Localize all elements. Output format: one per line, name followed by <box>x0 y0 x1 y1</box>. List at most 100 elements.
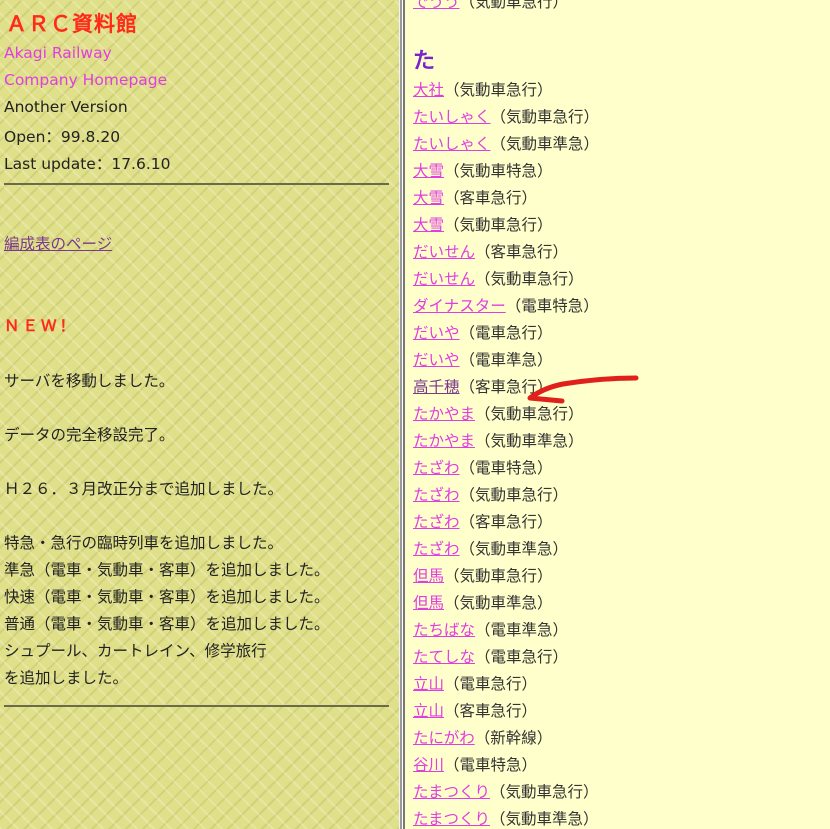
train-list: 大社（気動車急行） たいしゃく（気動車急行） たいしゃく（気動車準急） 大雪（気動車特… <box>413 79 599 829</box>
train-list-item: 高千穂（客車急行） <box>413 376 599 403</box>
news-item: データの完全移設完了。 <box>4 426 175 444</box>
train-list-item: 立山（客車急行） <box>413 700 599 727</box>
train-list-item: ダイナスター（電車特急） <box>413 295 599 322</box>
train-type: （気動車準急） <box>475 432 584 450</box>
train-link[interactable]: 大雪 <box>413 162 444 180</box>
train-type: （電車急行） <box>444 675 538 693</box>
train-link[interactable]: だいや <box>413 351 460 369</box>
news-item: Ｈ２６．３月改正分まで追加しました。 <box>4 480 284 498</box>
train-list-item: 大社（気動車急行） <box>413 79 599 106</box>
train-link[interactable]: だいせん <box>413 243 475 261</box>
news-item: サーバを移動しました。 <box>4 372 175 390</box>
train-type: （気動車急行） <box>444 216 553 234</box>
train-type: （気動車準急） <box>490 135 600 153</box>
train-link[interactable]: だいや <box>413 324 460 342</box>
train-type: （客車急行） <box>459 513 553 531</box>
train-list-item: たかやま（気動車準急） <box>413 430 599 457</box>
train-list-item: たざわ（電車特急） <box>413 457 599 484</box>
train-list-item: 但馬（気動車急行） <box>413 565 599 592</box>
train-type: （電車準急） <box>475 621 569 639</box>
new-heading: ＮＥＷ！ <box>4 317 79 335</box>
divider-bottom <box>4 705 389 707</box>
train-link[interactable]: たちばな <box>413 621 475 639</box>
train-type: （電車特急） <box>459 459 553 477</box>
train-list-item: 但馬（気動車準急） <box>413 592 599 619</box>
train-type: （電車急行） <box>475 648 569 666</box>
version-text: Another Version <box>4 98 128 116</box>
train-type: （新幹線） <box>474 729 553 747</box>
train-type: （気動車急行） <box>459 0 569 11</box>
formation-page-link[interactable]: 編成表のページ <box>4 232 112 254</box>
train-list-item: たざわ（気動車急行） <box>413 484 599 511</box>
train-type: （気動車急行） <box>475 405 584 423</box>
train-link[interactable]: でうう <box>413 0 460 11</box>
train-list-item: 立山（電車急行） <box>413 673 599 700</box>
train-list-item: 大雪（気動車急行） <box>413 214 599 241</box>
train-link[interactable]: たてしな <box>413 648 475 666</box>
train-link[interactable]: 大雪 <box>413 189 444 207</box>
train-type: （気動車急行） <box>490 783 599 801</box>
train-list-item: だいや（電車準急） <box>413 349 599 376</box>
train-list-item: たいしゃく（気動車準急） <box>413 133 599 160</box>
train-type: （電車準急） <box>459 351 553 369</box>
train-link[interactable]: 大雪 <box>413 216 444 234</box>
left-frame: ＡＲＣ資料館 Akagi Railway Company Homepage An… <box>0 0 399 829</box>
list-item-partial: でうう（気動車急行） <box>413 0 568 12</box>
train-type: （客車急行） <box>475 243 569 261</box>
train-type: （気動車準急） <box>444 594 553 612</box>
train-link[interactable]: 立山 <box>413 702 444 720</box>
train-list-item: だいせん（客車急行） <box>413 241 599 268</box>
train-type: （気動車準急） <box>490 810 599 828</box>
train-link[interactable]: たかやま <box>413 405 475 423</box>
train-type: （客車急行） <box>444 702 538 720</box>
train-link[interactable]: たざわ <box>413 513 460 531</box>
train-link[interactable]: たまつくり <box>413 783 490 801</box>
train-type: （客車急行） <box>444 189 538 207</box>
train-type: （気動車急行） <box>475 270 584 288</box>
train-link[interactable]: 立山 <box>413 675 444 693</box>
train-list-item: だいや（電車急行） <box>413 322 599 349</box>
news-item: 特急・急行の臨時列車を追加しました。 <box>4 534 284 552</box>
news-item: 快速（電車・気動車・客車）を追加しました。 <box>4 588 330 606</box>
train-type: （気動車急行） <box>444 567 553 585</box>
train-list-item: たてしな（電車急行） <box>413 646 599 673</box>
subtitle-line2: Company Homepage <box>4 71 168 89</box>
train-link[interactable]: だいせん <box>413 270 475 288</box>
train-list-item: たかやま（気動車急行） <box>413 403 599 430</box>
train-link[interactable]: たいしゃく <box>413 108 491 126</box>
train-link[interactable]: 但馬 <box>413 594 444 612</box>
train-link[interactable]: たまつくり <box>413 810 490 828</box>
open-date: Open：99.8.20 <box>4 128 121 146</box>
last-update: Last update：17.6.10 <box>4 155 171 173</box>
train-type: （電車特急） <box>444 756 538 774</box>
train-link[interactable]: たざわ <box>413 459 460 477</box>
train-link[interactable]: たにがわ <box>413 729 475 747</box>
train-link[interactable]: たかやま <box>413 432 475 450</box>
train-list-item: 大雪（気動車特急） <box>413 160 599 187</box>
train-list-item: 谷川（電車特急） <box>413 754 599 781</box>
train-link[interactable]: 谷川 <box>413 756 444 774</box>
section-heading-ta: た <box>413 49 436 74</box>
train-list-item: たにがわ（新幹線） <box>413 727 599 754</box>
train-list-item: たいしゃく（気動車急行） <box>413 106 599 133</box>
news-item: を追加しました。 <box>4 669 129 687</box>
train-link[interactable]: ダイナスター <box>413 297 506 315</box>
site-title: ＡＲＣ資料館 <box>6 12 138 36</box>
train-link[interactable]: 高千穂 <box>413 378 460 396</box>
train-link[interactable]: たざわ <box>413 486 460 504</box>
train-link[interactable]: 但馬 <box>413 567 444 585</box>
train-type: （電車急行） <box>459 324 553 342</box>
train-type: （気動車準急） <box>459 540 569 558</box>
train-type: （電車特急） <box>505 297 599 315</box>
right-frame: でうう（気動車急行） た 大社（気動車急行） たいしゃく（気動車急行） たいしゃく（… <box>405 0 830 829</box>
train-type: （気動車急行） <box>459 486 569 504</box>
train-type: （客車急行） <box>459 378 553 396</box>
train-type: （気動車急行） <box>444 81 553 99</box>
train-link[interactable]: 大社 <box>413 81 444 99</box>
train-link[interactable]: たざわ <box>413 540 460 558</box>
divider-top <box>4 183 389 185</box>
train-link[interactable]: たいしゃく <box>413 135 491 153</box>
news-item: 準急（電車・気動車・客車）を追加しました。 <box>4 561 330 579</box>
train-list-item: だいせん（気動車急行） <box>413 268 599 295</box>
news-item: シュプール、カートレイン、修学旅行 <box>4 642 267 660</box>
